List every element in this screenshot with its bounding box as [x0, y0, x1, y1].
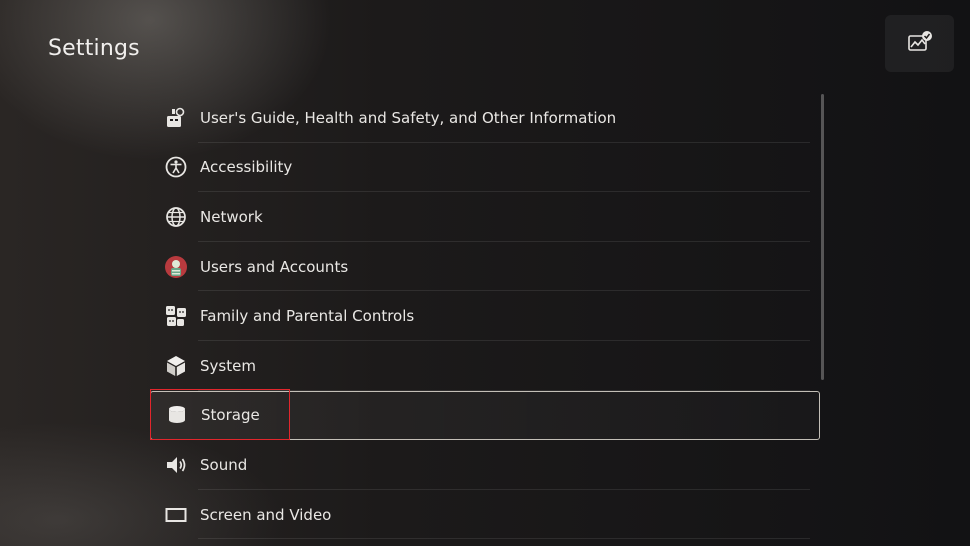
gallery-check-icon: [907, 30, 933, 58]
family-icon: [164, 304, 188, 328]
menu-item-label: Accessibility: [200, 158, 293, 177]
menu-item-network[interactable]: Network: [150, 192, 820, 242]
speaker-icon: [164, 453, 188, 477]
menu-item-label: Users and Accounts: [200, 257, 349, 276]
capture-gallery-button[interactable]: [885, 15, 954, 72]
menu-item-sound[interactable]: Sound: [150, 440, 820, 490]
menu-item-label: Sound: [200, 455, 248, 474]
user-avatar-icon: [164, 255, 188, 279]
screen-icon: [164, 503, 188, 527]
annotation-highlight-box: [150, 389, 290, 440]
guide-icon: [164, 106, 188, 130]
scrollbar[interactable]: [821, 94, 824, 380]
menu-item-label: Family and Parental Controls: [200, 307, 415, 326]
page-title: Settings: [48, 36, 140, 61]
menu-item-users-guide[interactable]: User's Guide, Health and Safety, and Oth…: [150, 93, 820, 143]
menu-item-label: Screen and Video: [200, 505, 332, 524]
menu-item-users-and-accounts[interactable]: Users and Accounts: [150, 242, 820, 292]
menu-item-label: System: [200, 356, 256, 375]
menu-item-accessibility[interactable]: Accessibility: [150, 143, 820, 193]
cube-icon: [164, 354, 188, 378]
menu-item-screen-and-video[interactable]: Screen and Video: [150, 490, 820, 540]
accessibility-icon: [164, 155, 188, 179]
menu-item-label: Network: [200, 207, 263, 226]
settings-menu: User's Guide, Health and Safety, and Oth…: [150, 93, 820, 539]
menu-item-family-parental-controls[interactable]: Family and Parental Controls: [150, 291, 820, 341]
globe-icon: [164, 205, 188, 229]
menu-item-label: User's Guide, Health and Safety, and Oth…: [200, 108, 617, 127]
menu-item-system[interactable]: System: [150, 341, 820, 391]
